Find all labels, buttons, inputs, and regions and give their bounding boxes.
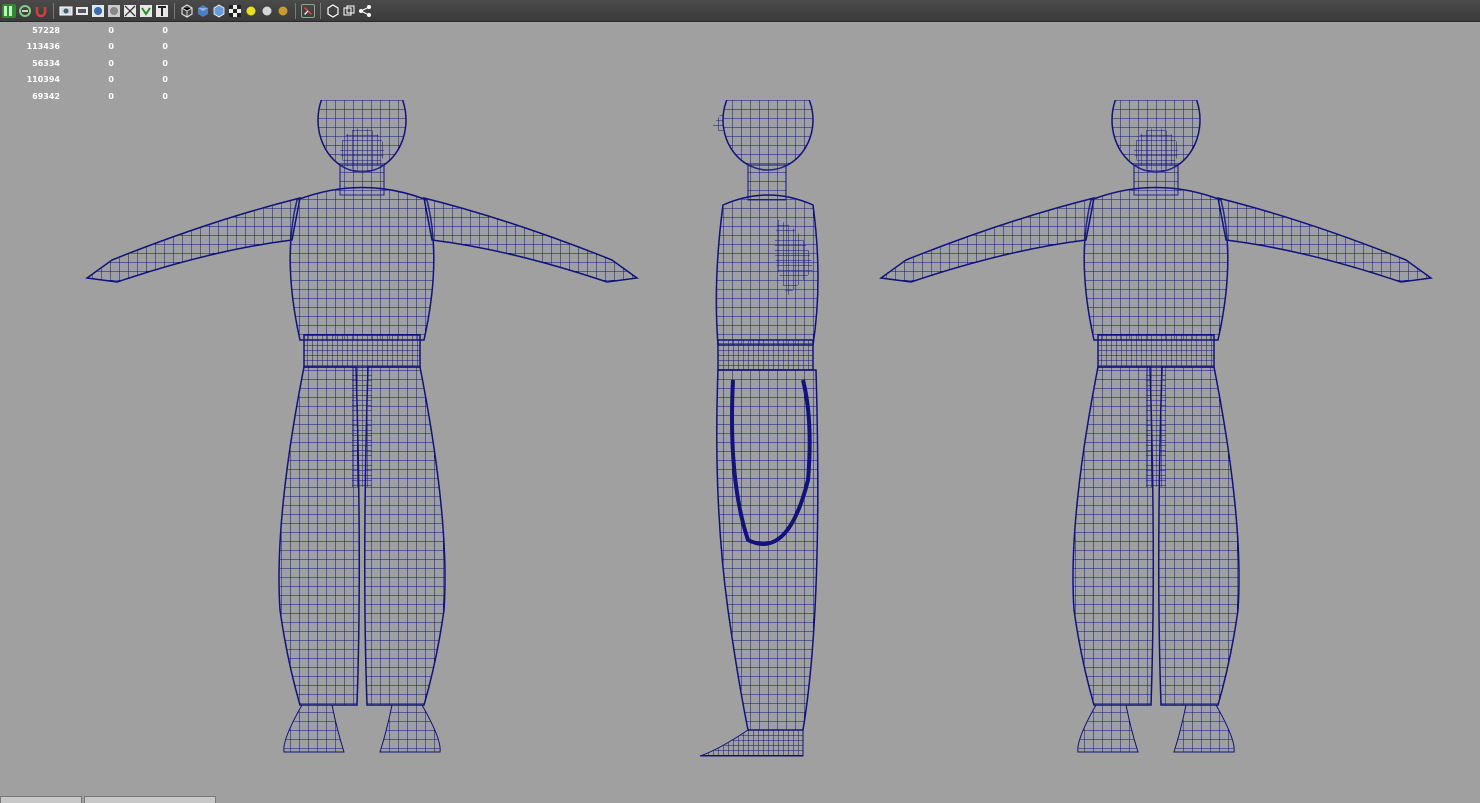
- hud-value: 0: [162, 58, 168, 68]
- hud-row: 56334 0 0: [14, 55, 168, 72]
- isolate-icon[interactable]: [326, 3, 340, 18]
- hud-value: 0: [108, 58, 114, 68]
- hud-value: 110394: [26, 75, 60, 85]
- text-icon[interactable]: [155, 4, 169, 18]
- light-grey-icon[interactable]: [260, 4, 274, 18]
- checker-icon[interactable]: [228, 4, 242, 18]
- back-view-wireframe[interactable]: [880, 100, 1432, 753]
- toolbar-separator: [295, 2, 296, 19]
- side-view-wireframe[interactable]: [699, 100, 819, 757]
- xray-icon[interactable]: [301, 3, 315, 18]
- viewport-toolbar: [0, 0, 1480, 22]
- hud-value: 113436: [26, 42, 60, 52]
- multi-view-icon[interactable]: [342, 4, 356, 18]
- front-view-wireframe[interactable]: [86, 100, 638, 753]
- toolbar-separator: [320, 2, 321, 19]
- toolbar-separator: [53, 2, 54, 19]
- hud-value: 0: [162, 75, 168, 85]
- hud-value: 57228: [32, 25, 60, 35]
- grid-icon[interactable]: [107, 4, 121, 18]
- sphere-icon[interactable]: [91, 4, 105, 18]
- share-icon[interactable]: [358, 4, 372, 18]
- hud-value: 56334: [32, 58, 60, 68]
- layout-icon[interactable]: [2, 3, 16, 18]
- light-gold-icon[interactable]: [276, 4, 290, 18]
- light-yellow-icon[interactable]: [244, 4, 258, 18]
- hud-row: 57228 0 0: [14, 22, 168, 39]
- hud-row: 113436 0 0: [14, 39, 168, 56]
- hud-value: 0: [162, 25, 168, 35]
- 3d-viewport[interactable]: [0, 100, 1480, 790]
- smooth-shade-icon[interactable]: [196, 4, 210, 18]
- hud-value: 0: [162, 42, 168, 52]
- film-gate-icon[interactable]: [75, 4, 89, 18]
- toolbar-separator: [174, 2, 175, 19]
- poly-count-hud: 57228 0 0 113436 0 0 56334 0 0 110394 0 …: [14, 22, 168, 105]
- hud-value: 0: [108, 42, 114, 52]
- magnet-icon[interactable]: [34, 4, 48, 18]
- wire-toggle-icon[interactable]: [123, 4, 137, 18]
- snap-icon[interactable]: [18, 4, 32, 18]
- hud-row: 110394 0 0: [14, 72, 168, 89]
- hud-value: 0: [108, 75, 114, 85]
- texture-cube-icon[interactable]: [212, 4, 226, 18]
- select-camera-icon[interactable]: [59, 4, 73, 18]
- hud-value: 0: [108, 25, 114, 35]
- gate-mask-icon[interactable]: [139, 4, 153, 18]
- wireframe-cube-icon[interactable]: [180, 3, 194, 18]
